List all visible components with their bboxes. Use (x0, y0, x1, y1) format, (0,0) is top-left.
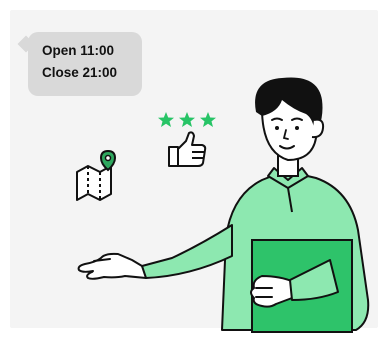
pointing-hand (77, 252, 147, 280)
head (255, 77, 325, 162)
map-icon (76, 165, 112, 201)
thumbs-up-icon (168, 131, 207, 167)
rating-stars (158, 112, 216, 127)
person-illustration (76, 77, 370, 333)
location-pin-icon (99, 149, 117, 172)
star-icon (200, 112, 216, 127)
star-icon (179, 112, 195, 127)
star-icon (158, 112, 174, 127)
